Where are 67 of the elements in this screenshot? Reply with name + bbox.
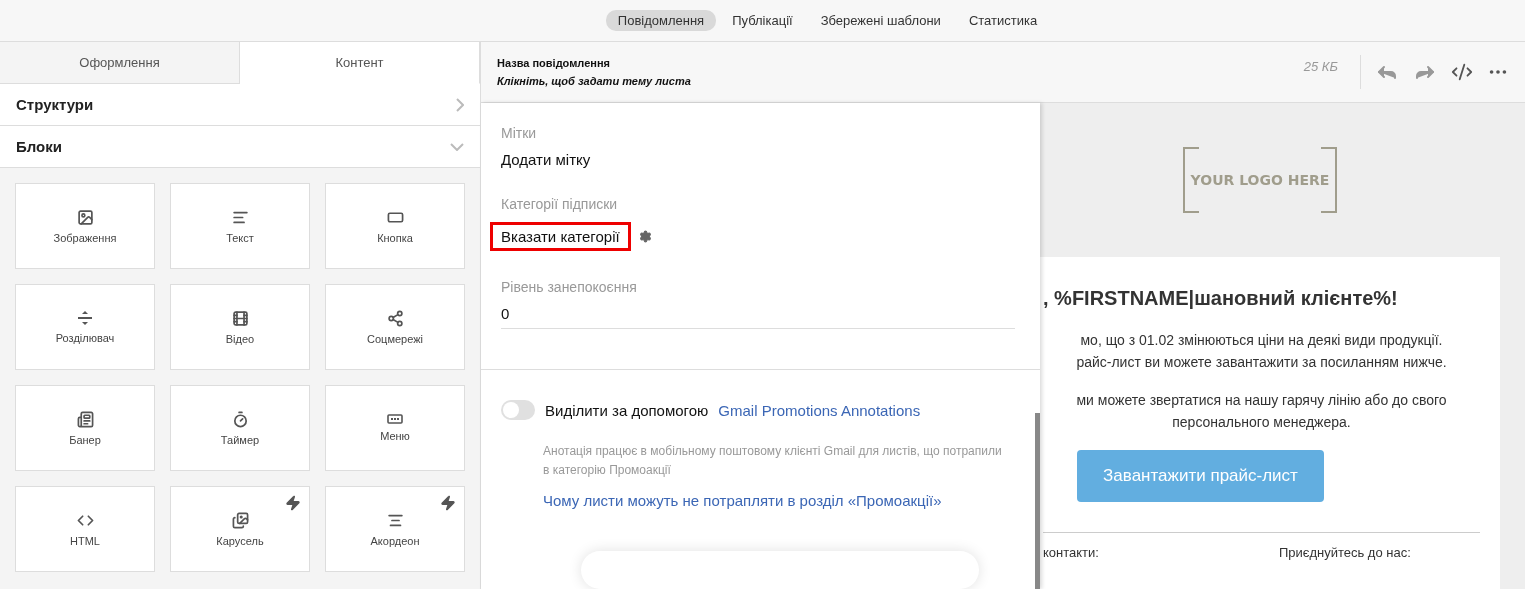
section-title: Структури — [16, 96, 94, 113]
menu-bar-icon — [387, 414, 403, 424]
subject-line[interactable]: Клікніть, щоб задати тему листа — [497, 75, 1304, 87]
tile-label: Зображення — [53, 231, 117, 244]
nav-tab[interactable]: Повідомлення — [605, 10, 717, 31]
gmail-link[interactable]: Gmail Promotions Annotations — [718, 401, 921, 419]
nav-tab[interactable]: Публікації — [720, 10, 805, 31]
message-title[interactable]: Назва повідомлення — [497, 57, 1304, 69]
footer-text: контакти: — [1043, 545, 1099, 560]
tile-label: Банер — [69, 433, 101, 446]
image-icon — [76, 208, 94, 226]
video-icon — [231, 309, 249, 327]
hint-text: Анотація працює в мобільному поштовому клієнті Gmail для листів, що потрапили в категорію Промоакції — [543, 443, 1003, 479]
block-tile[interactable]: HTML — [15, 486, 155, 572]
tile-label: Меню — [380, 430, 410, 442]
footer-text: Приєднуйтесь до нас: — [1278, 545, 1411, 560]
help-link[interactable]: Чому листи можуть не потрапляти в розділ «Промоакції» — [543, 492, 1020, 509]
share-icon — [386, 309, 404, 327]
divider-icon — [77, 310, 93, 326]
highlighted-link[interactable]: Вказати категорії — [490, 222, 631, 251]
email-text: мо, що з 01.02 змінюються ціни на деякі види продукції. — [1080, 332, 1443, 348]
field-label: Рівень занепокоєння — [501, 279, 638, 295]
block-tile[interactable]: Акордеон — [325, 486, 465, 572]
tile-label: Кнопка — [377, 231, 413, 244]
timer-icon — [231, 410, 249, 428]
block-tile[interactable]: Кнопка — [325, 183, 465, 269]
settings-icon[interactable] — [638, 230, 652, 243]
toggle-switch[interactable] — [501, 400, 535, 420]
block-tile[interactable]: Відео — [170, 284, 310, 370]
tile-label: Соцмережі — [367, 332, 423, 345]
tile-label: Відео — [225, 332, 255, 345]
nav-tab[interactable]: Збережені шаблони — [808, 10, 953, 31]
toggle-label: Виділити за допомогою — [545, 401, 709, 419]
code-icon[interactable] — [1451, 61, 1473, 83]
tile-label: Текст — [226, 231, 254, 244]
block-tile[interactable]: Текст — [170, 183, 310, 269]
sidebar-tab[interactable]: Контент — [240, 42, 480, 84]
section-title: Блоки — [16, 138, 62, 155]
block-tile[interactable]: Соцмережі — [325, 284, 465, 370]
block-tile[interactable]: Розділювач — [15, 284, 155, 370]
block-tile[interactable]: Меню — [325, 385, 465, 471]
section-header[interactable]: Блоки — [0, 126, 480, 168]
field-label: Мітки — [501, 125, 538, 141]
tile-label: Карусель — [216, 534, 264, 547]
block-tile[interactable]: Карусель — [170, 486, 310, 572]
scrollbar[interactable] — [1035, 413, 1040, 589]
images-icon — [231, 511, 249, 529]
field-label: Категорії підписки — [501, 196, 619, 212]
input-field[interactable]: 0 — [501, 305, 1015, 329]
banner-icon — [76, 410, 94, 428]
block-tile[interactable]: Зображення — [15, 183, 155, 269]
tile-label: HTML — [70, 534, 100, 547]
size-label: 25 КБ — [1303, 58, 1339, 74]
logo-text: YOUR LOGO HERE — [1190, 172, 1330, 188]
field-link[interactable]: Додати мітку — [501, 151, 591, 168]
email-heading: , %FIRSTNAME|шановний клієнте%! — [1043, 287, 1399, 310]
email-text: райс-лист ви можете завантажити за посиланням нижче. — [1076, 354, 1447, 370]
nav-tab[interactable]: Статистика — [956, 10, 1050, 31]
block-tile[interactable]: Таймер — [170, 385, 310, 471]
sidebar-tab[interactable]: Оформлення — [0, 42, 240, 84]
block-tile[interactable]: Банер — [15, 385, 155, 471]
tile-label: Акордеон — [370, 534, 420, 547]
email-text: ми можете звертатися на нашу гарячу лінію або до свого — [1076, 392, 1447, 408]
tile-label: Таймер — [220, 433, 260, 446]
tile-label: Розділювач — [55, 332, 115, 344]
email-text: персонального менеджера. — [1172, 414, 1351, 430]
section-header[interactable]: Структури — [0, 84, 480, 126]
